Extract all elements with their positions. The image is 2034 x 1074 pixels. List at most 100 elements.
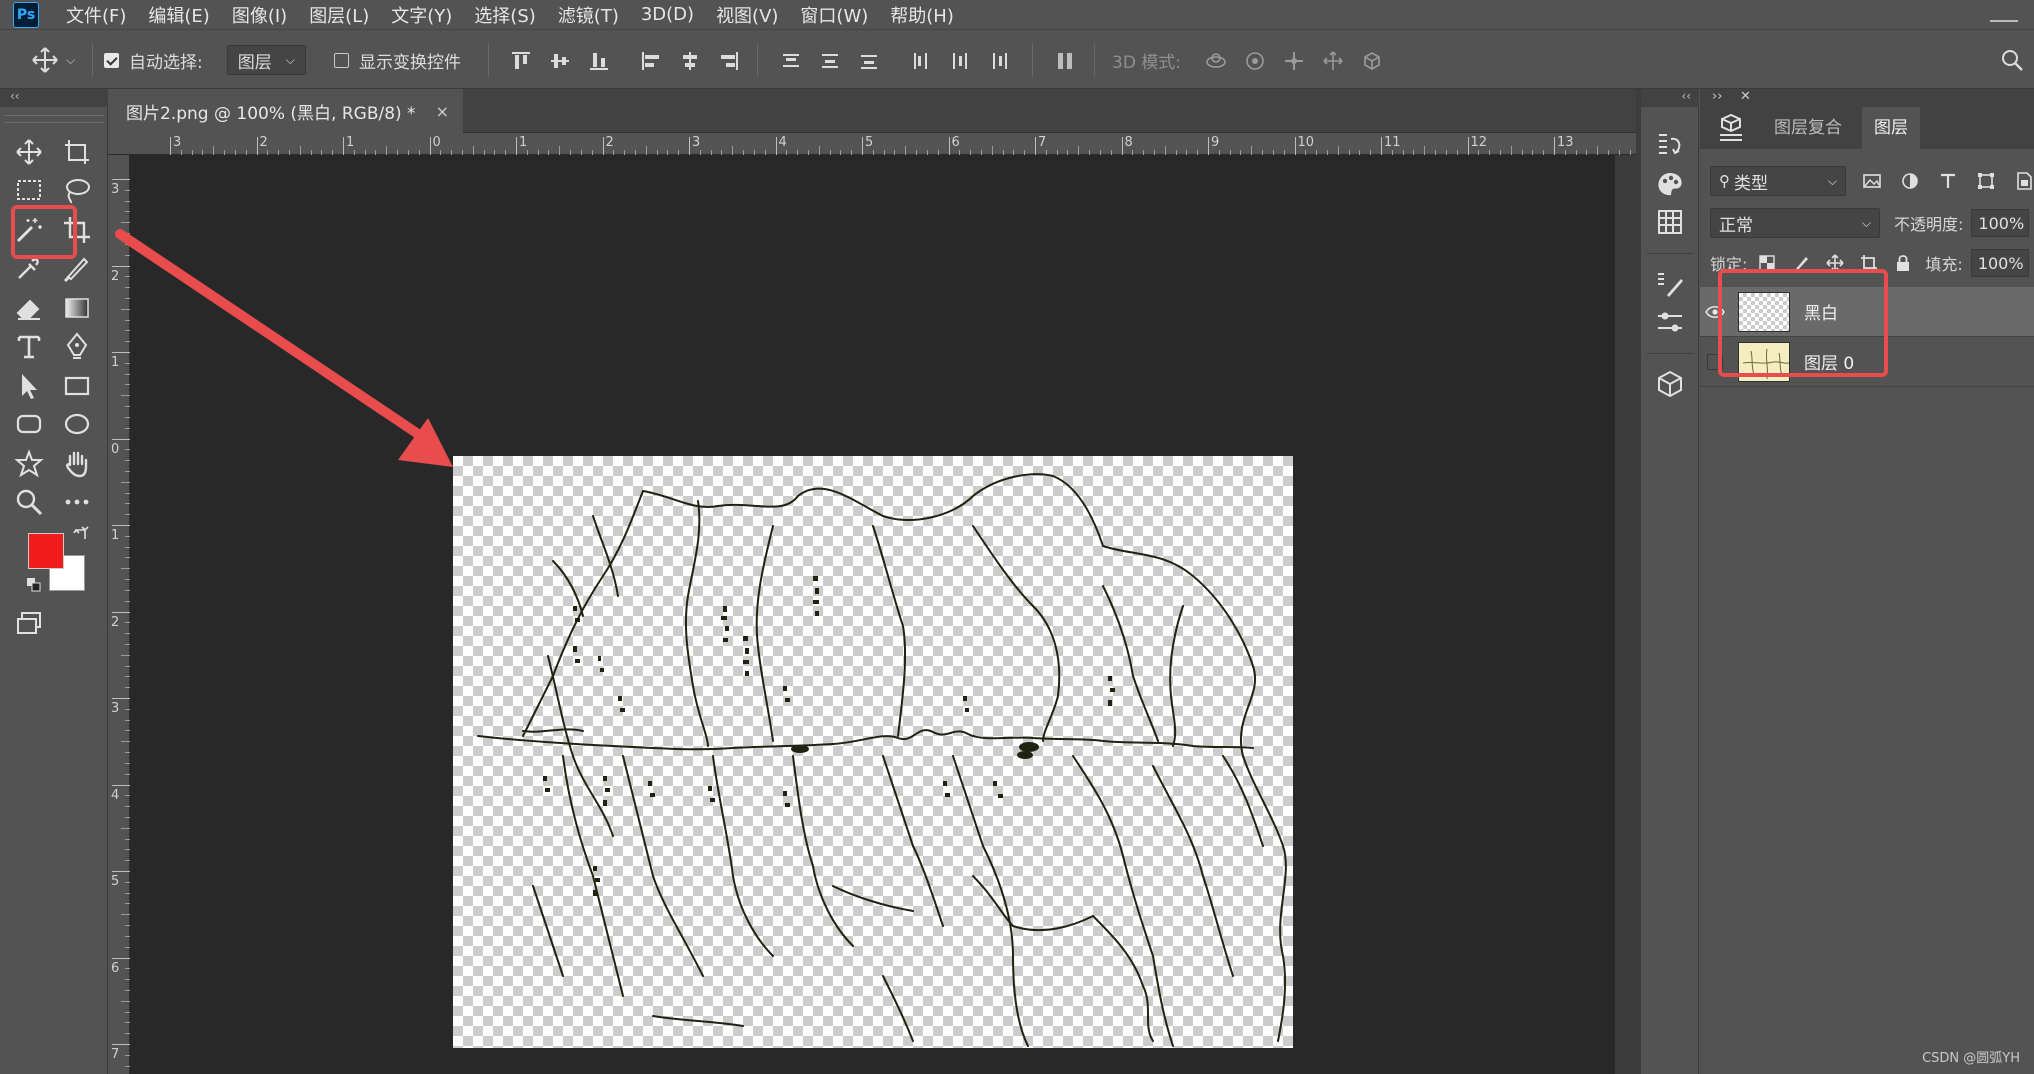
shape-filter-icon[interactable] bbox=[1976, 171, 1996, 191]
gradient-tool-icon[interactable] bbox=[62, 293, 92, 323]
path-selection-tool-icon[interactable] bbox=[14, 371, 44, 401]
3d-pan-icon[interactable] bbox=[1283, 50, 1305, 72]
move-tool-preset[interactable]: ⌵ bbox=[30, 30, 75, 90]
distribute-hcenter-icon[interactable] bbox=[949, 50, 971, 72]
toolbar-grip[interactable] bbox=[4, 115, 104, 123]
ruler-minor-tick bbox=[710, 150, 712, 155]
default-colors-icon[interactable] bbox=[26, 577, 42, 593]
vertical-ruler[interactable]: 3 2 1 0 1 2 3 4 5 6 7 bbox=[108, 155, 130, 1074]
custom-shape-tool-icon[interactable] bbox=[14, 449, 44, 479]
ruler-minor-tick bbox=[125, 773, 130, 775]
align-left-icon[interactable] bbox=[640, 50, 662, 72]
type-tool-icon[interactable] bbox=[14, 331, 44, 361]
align-vcenter-icon[interactable] bbox=[549, 50, 571, 72]
3d-orbit-icon[interactable] bbox=[1205, 50, 1227, 72]
minimize-icon[interactable] bbox=[1990, 4, 2018, 22]
distribute-vcenter-icon[interactable] bbox=[819, 50, 841, 72]
menu-help[interactable]: 帮助(H) bbox=[879, 2, 965, 28]
image-canvas[interactable] bbox=[453, 456, 1293, 1048]
3d-slide-icon[interactable] bbox=[1322, 50, 1344, 72]
tab-layer-comps[interactable]: 图层复合 bbox=[1762, 107, 1854, 149]
document-tab-title: 图片2.png @ 100% (黑白, RGB/8) * bbox=[126, 103, 416, 124]
auto-select-checkbox[interactable] bbox=[104, 52, 119, 68]
layer-filter-dropdown[interactable]: ⚲ 类型 ⌵ bbox=[1710, 166, 1846, 196]
quick-mask-icon[interactable] bbox=[14, 609, 44, 639]
align-bottom-icon[interactable] bbox=[588, 50, 610, 72]
menu-type[interactable]: 文字(Y) bbox=[380, 2, 463, 28]
auto-align-icon[interactable] bbox=[1054, 50, 1076, 72]
hand-tool-icon[interactable] bbox=[62, 449, 92, 479]
artboard-tool-icon[interactable] bbox=[62, 137, 92, 167]
vertical-scrollbar[interactable] bbox=[1614, 155, 1636, 1074]
menu-file[interactable]: 文件(F) bbox=[55, 2, 137, 28]
eraser-tool-icon[interactable] bbox=[14, 293, 44, 323]
ellipse-tool-icon[interactable] bbox=[62, 409, 92, 439]
menu-bar: Ps 文件(F) 编辑(E) 图像(I) 图层(L) 文字(Y) 选择(S) 滤… bbox=[0, 0, 2034, 29]
type-filter-icon[interactable] bbox=[1938, 171, 1958, 191]
swap-colors-icon[interactable] bbox=[72, 525, 90, 543]
document-tab[interactable]: 图片2.png @ 100% (黑白, RGB/8) * × bbox=[108, 89, 463, 133]
horizontal-ruler[interactable]: 3 2 1 0 1 2 3 4 5 6 7 8 9 10 11 12 13 bbox=[108, 133, 1636, 155]
menu-select[interactable]: 选择(S) bbox=[463, 2, 546, 28]
distribute-left-icon[interactable] bbox=[910, 50, 932, 72]
lasso-tool-icon[interactable] bbox=[62, 175, 92, 205]
brush-settings-icon[interactable] bbox=[1655, 269, 1685, 299]
history-icon[interactable] bbox=[1655, 129, 1685, 159]
menu-filter[interactable]: 滤镜(T) bbox=[547, 2, 630, 28]
pixel-filter-icon[interactable] bbox=[1862, 171, 1882, 191]
3d-scale-icon[interactable] bbox=[1361, 50, 1383, 72]
rounded-rect-tool-icon[interactable] bbox=[14, 409, 44, 439]
foreground-color-swatch[interactable] bbox=[28, 533, 64, 569]
adjustments-icon[interactable] bbox=[1655, 307, 1685, 337]
adjustment-filter-icon[interactable] bbox=[1900, 171, 1920, 191]
swatches-grid-icon[interactable] bbox=[1655, 207, 1685, 237]
blend-mode-dropdown[interactable]: 正常 ⌵ bbox=[1710, 208, 1880, 238]
zoom-tool-icon[interactable] bbox=[14, 487, 44, 517]
rectangle-tool-icon[interactable] bbox=[62, 371, 92, 401]
ruler-minor-tick bbox=[125, 1022, 130, 1024]
marquee-tool-icon[interactable] bbox=[14, 175, 44, 205]
libraries-icon[interactable] bbox=[1714, 113, 1748, 145]
distribute-right-icon[interactable] bbox=[988, 50, 1010, 72]
opacity-input[interactable]: 100% bbox=[1971, 209, 2030, 237]
close-icon[interactable]: ✕ bbox=[1740, 89, 1751, 104]
expand-icon[interactable]: ›› bbox=[1712, 89, 1722, 104]
toolbar-header[interactable]: ‹‹ bbox=[0, 89, 108, 107]
lock-all-icon[interactable] bbox=[1893, 253, 1913, 273]
menu-window[interactable]: 窗口(W) bbox=[789, 2, 879, 28]
ruler-minor-tick bbox=[548, 150, 550, 155]
tab-layers[interactable]: 图层 bbox=[1862, 107, 1920, 149]
color-palette-icon[interactable] bbox=[1655, 169, 1685, 199]
collapse-icon[interactable]: ‹‹ bbox=[10, 89, 20, 103]
search-icon[interactable] bbox=[2000, 48, 2024, 72]
menu-3d[interactable]: 3D(D) bbox=[630, 4, 705, 25]
more-tools-icon[interactable] bbox=[62, 487, 92, 517]
close-icon[interactable]: × bbox=[436, 102, 449, 121]
3d-cube-icon[interactable] bbox=[1655, 369, 1685, 399]
fill-input[interactable]: 100% bbox=[1970, 249, 2029, 277]
move-tool-icon[interactable] bbox=[14, 137, 44, 167]
ruler-minor-tick bbox=[732, 146, 734, 155]
align-right-icon[interactable] bbox=[718, 50, 740, 72]
distribute-top-icon[interactable] bbox=[780, 50, 802, 72]
3d-roll-icon[interactable] bbox=[1244, 50, 1266, 72]
menu-view[interactable]: 视图(V) bbox=[705, 2, 789, 28]
align-top-icon[interactable] bbox=[510, 50, 532, 72]
ruler-minor-tick bbox=[121, 654, 130, 656]
pen-tool-icon[interactable] bbox=[62, 331, 92, 361]
ruler-minor-tick bbox=[505, 150, 507, 155]
menu-layer[interactable]: 图层(L) bbox=[298, 2, 380, 28]
magic-wand-highlight bbox=[11, 205, 77, 259]
menu-edit[interactable]: 编辑(E) bbox=[137, 2, 220, 28]
show-transform-checkbox[interactable] bbox=[334, 52, 349, 68]
dock-header[interactable]: ‹‹ bbox=[1641, 89, 1699, 107]
distribute-bottom-icon[interactable] bbox=[858, 50, 880, 72]
collapse-icon[interactable]: ‹‹ bbox=[1681, 89, 1691, 103]
menu-image[interactable]: 图像(I) bbox=[221, 2, 298, 28]
ruler-minor-tick bbox=[883, 150, 885, 155]
align-hcenter-icon[interactable] bbox=[679, 50, 701, 72]
panel-header[interactable]: ›› ✕ bbox=[1700, 89, 2034, 107]
ruler-minor-tick bbox=[125, 849, 130, 851]
auto-select-target-dropdown[interactable]: 图层 ⌵ bbox=[226, 45, 306, 75]
smart-object-filter-icon[interactable] bbox=[2014, 171, 2034, 191]
